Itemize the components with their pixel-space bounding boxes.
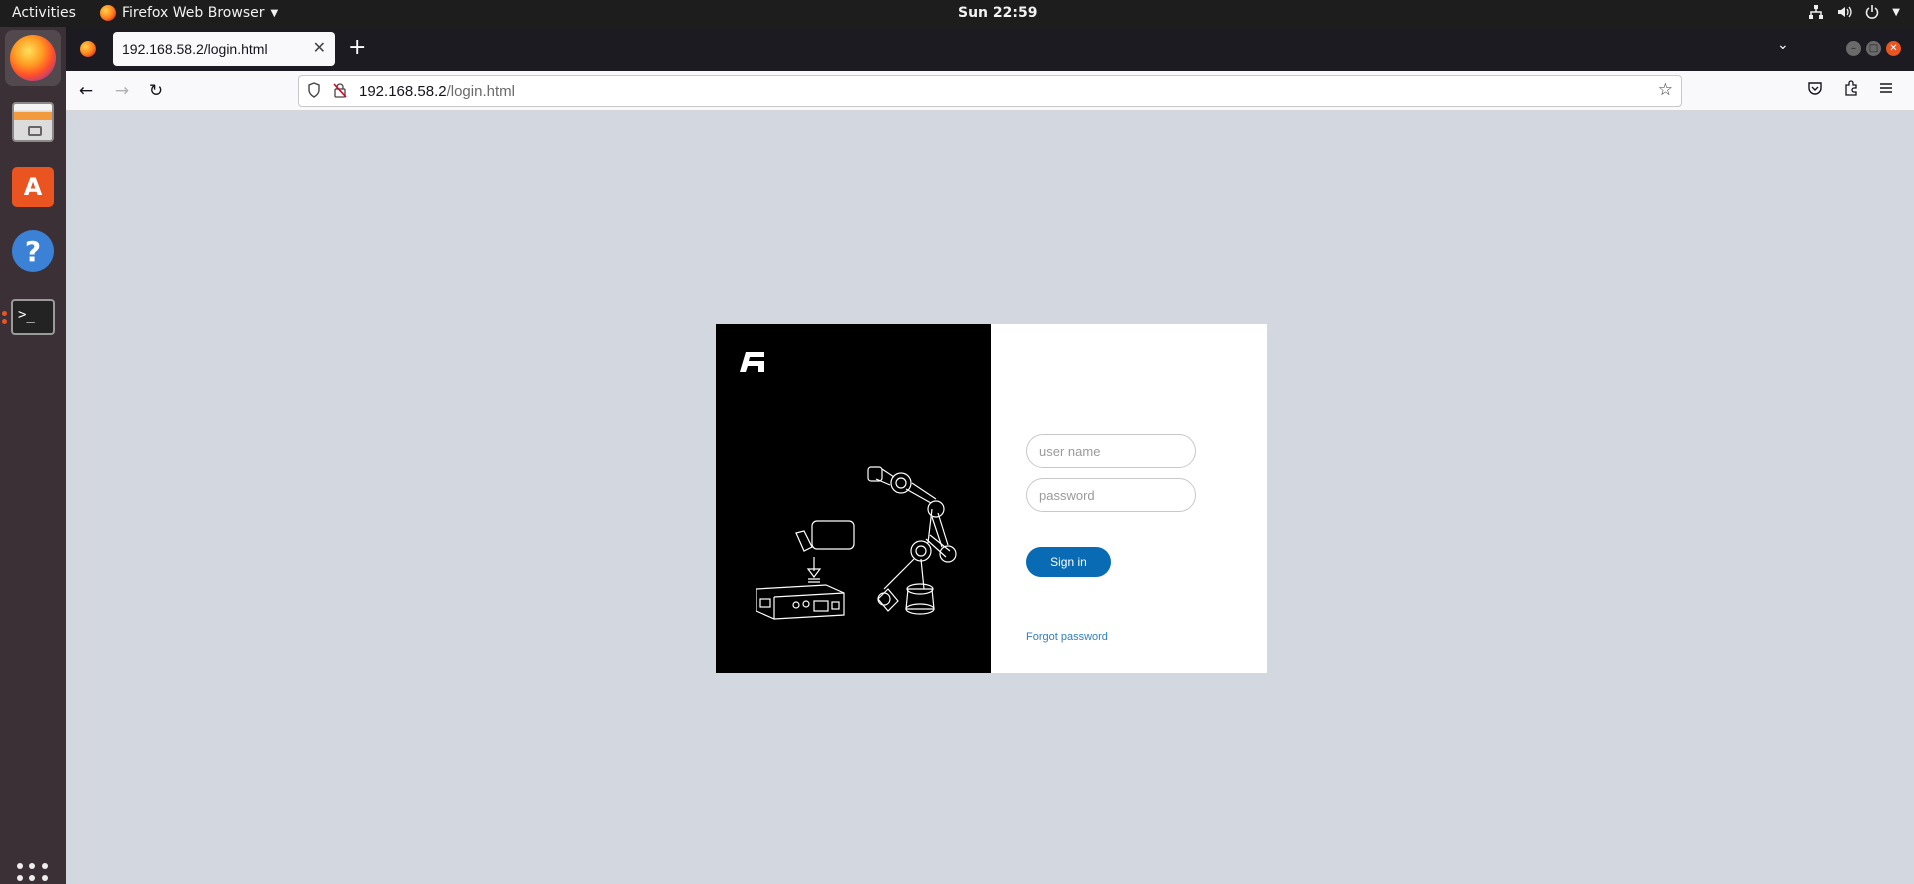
close-icon[interactable]: ✕	[313, 38, 326, 58]
app-menu[interactable]: Firefox Web Browser ▼	[100, 5, 278, 21]
activities-button[interactable]: Activities	[12, 5, 76, 21]
chevron-down-icon: ▼	[270, 7, 279, 19]
username-input[interactable]	[1026, 434, 1196, 468]
firefox-icon	[10, 35, 56, 81]
running-indicator	[2, 311, 7, 316]
dock-firefox[interactable]	[5, 30, 61, 86]
system-tray[interactable]: ▼	[1808, 4, 1900, 20]
gnome-top-bar: Activities Firefox Web Browser ▼ Sun 22:…	[0, 0, 1914, 27]
forward-arrow-icon[interactable]: →	[110, 79, 134, 103]
bookmark-star-icon[interactable]: ☆	[1658, 80, 1673, 100]
reload-icon[interactable]: ↻	[144, 79, 168, 103]
network-icon	[1809, 5, 1824, 19]
pocket-icon[interactable]	[1807, 80, 1823, 96]
tab-login[interactable]: 192.168.58.2/login.html ✕	[113, 32, 335, 66]
page-viewport: Sign in Forgot password	[66, 111, 1914, 884]
firefox-small-icon	[100, 5, 116, 21]
chevron-down-icon: ▼	[1892, 6, 1900, 18]
dock-help[interactable]: ?	[5, 223, 61, 279]
dock-terminal[interactable]: >_	[5, 289, 61, 345]
back-arrow-icon[interactable]: ←	[74, 79, 98, 103]
url-path: /login.html	[446, 83, 515, 100]
password-input[interactable]	[1026, 478, 1196, 512]
tab-bar: 192.168.58.2/login.html ✕ + ⌄ – □ ✕	[66, 27, 1914, 71]
dock-software[interactable]: A	[5, 159, 61, 215]
extensions-icon[interactable]	[1843, 80, 1859, 96]
url-text: 192.168.58.2/login.html	[359, 83, 515, 100]
running-indicator	[2, 319, 7, 324]
firefox-view-icon[interactable]	[80, 41, 96, 57]
show-applications-icon[interactable]	[17, 863, 49, 884]
shield-icon[interactable]	[307, 82, 321, 98]
volume-icon	[1838, 6, 1852, 18]
software-store-icon: A	[12, 167, 54, 207]
firefox-window: 192.168.58.2/login.html ✕ + ⌄ – □ ✕ ← → …	[66, 27, 1914, 884]
login-card: Sign in Forgot password	[716, 324, 1267, 673]
menu-hamburger-icon[interactable]	[1878, 80, 1894, 96]
forgot-password-link[interactable]: Forgot password	[1026, 631, 1108, 643]
terminal-icon: >_	[11, 299, 55, 335]
new-tab-button[interactable]: +	[348, 35, 366, 60]
dock: A ? >_	[0, 27, 66, 884]
close-window-icon[interactable]: ✕	[1886, 41, 1901, 56]
help-icon: ?	[12, 230, 54, 272]
maximize-icon[interactable]: □	[1866, 41, 1881, 56]
tab-title: 192.168.58.2/login.html	[122, 41, 268, 57]
url-host: 192.168.58.2	[359, 83, 447, 100]
minimize-icon[interactable]: –	[1846, 41, 1861, 56]
app-menu-label: Firefox Web Browser	[122, 5, 265, 21]
navigation-toolbar: ← → ↻ 192.168.58.2/login.html ☆	[66, 71, 1914, 111]
list-all-tabs-icon[interactable]: ⌄	[1777, 37, 1789, 53]
robot-illustration	[756, 466, 957, 620]
login-form-panel: Sign in Forgot password	[991, 324, 1267, 673]
power-icon	[1866, 5, 1879, 19]
clock[interactable]: Sun 22:59	[958, 5, 1037, 21]
insecure-lock-icon[interactable]	[333, 82, 347, 98]
address-bar[interactable]: 192.168.58.2/login.html ☆	[298, 75, 1682, 107]
brand-logo	[740, 352, 764, 372]
brand-panel	[716, 324, 991, 673]
sign-in-button[interactable]: Sign in	[1026, 547, 1111, 577]
dock-files[interactable]	[5, 94, 61, 150]
files-icon	[12, 102, 54, 142]
